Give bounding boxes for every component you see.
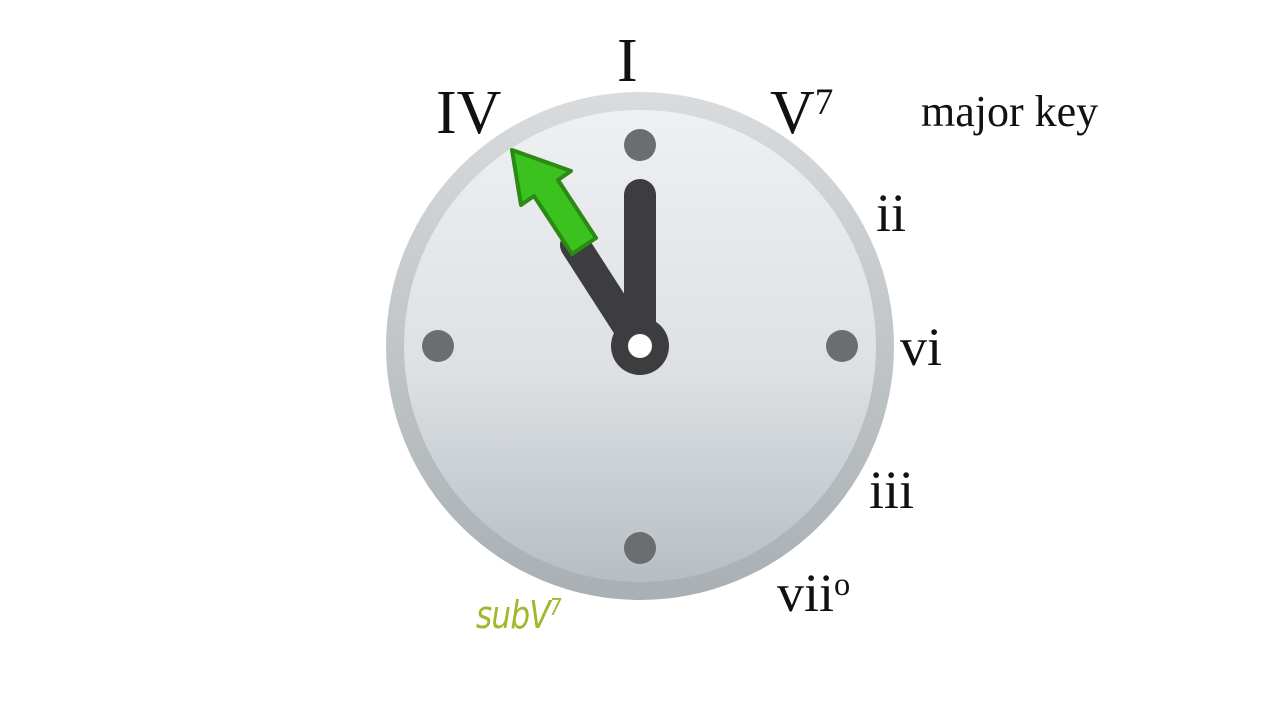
canvas: I IV V7 major key ii vi iii viio subV7 xyxy=(0,0,1280,720)
chord-label-V7-base: V xyxy=(770,79,815,147)
sub-v7-label-base: subV xyxy=(476,593,551,637)
dot-top xyxy=(624,129,656,161)
chord-label-ii: ii xyxy=(876,183,907,243)
dot-bottom xyxy=(624,532,656,564)
key-label: major key xyxy=(921,87,1099,136)
chord-label-IV: IV xyxy=(436,79,502,147)
clock-hub-center xyxy=(628,334,652,358)
chord-label-vii-sup: o xyxy=(834,566,851,603)
chord-label-iii: iii xyxy=(869,460,915,520)
chord-label-I: I xyxy=(617,27,638,95)
dot-left xyxy=(422,330,454,362)
dot-right xyxy=(826,330,858,362)
chord-label-V7: V7 xyxy=(770,82,833,144)
chord-label-vii: viio xyxy=(777,566,850,620)
chord-label-V7-sup: 7 xyxy=(814,82,834,124)
sub-v7-label-sup: 7 xyxy=(549,595,562,622)
chord-label-vi: vi xyxy=(900,317,943,377)
chord-label-vii-base: vii xyxy=(777,563,835,623)
sub-v7-label: subV7 xyxy=(476,593,562,637)
